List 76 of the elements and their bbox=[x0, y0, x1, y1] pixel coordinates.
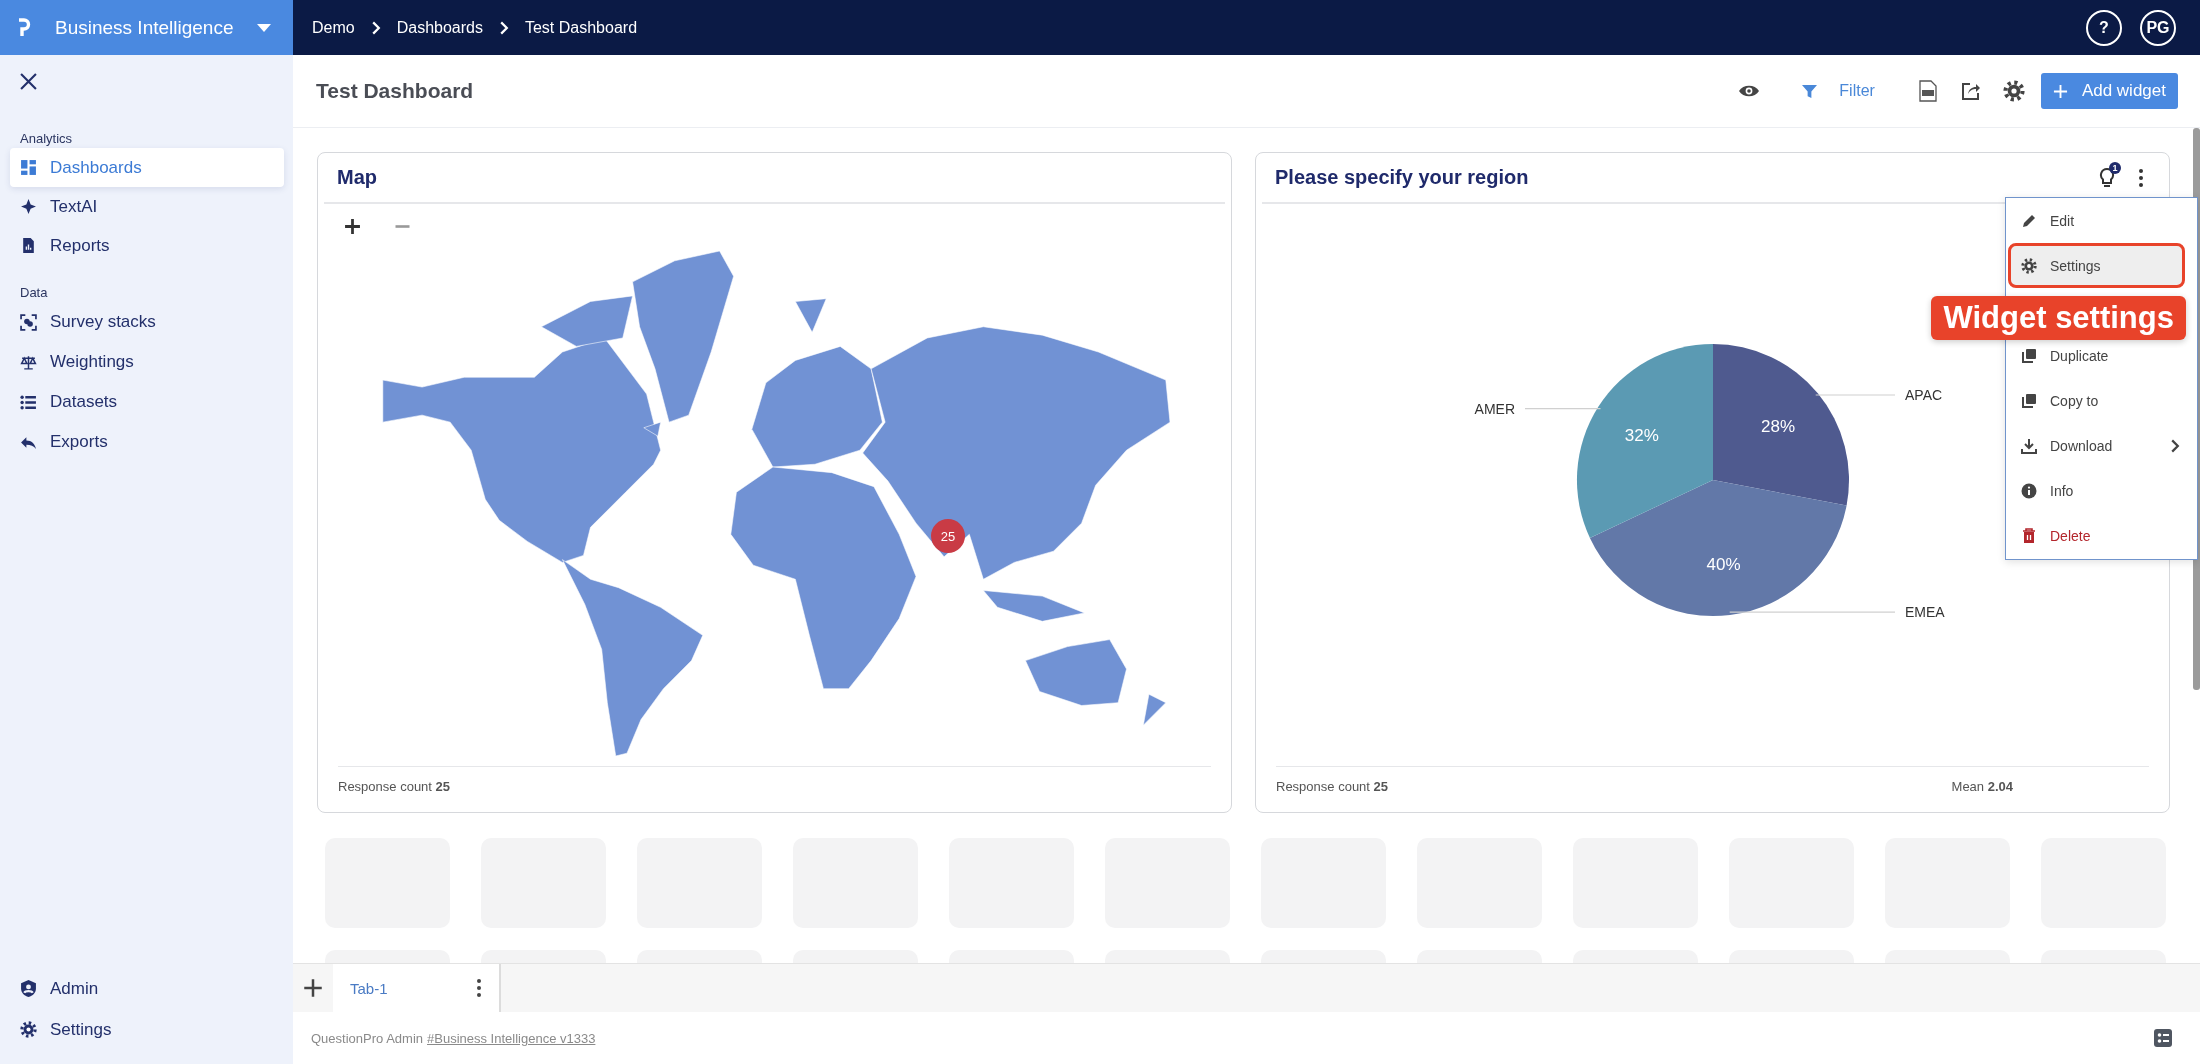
breadcrumb[interactable]: Dashboards bbox=[396, 18, 483, 37]
zoom-in-button[interactable] bbox=[344, 218, 361, 235]
sidebar-item[interactable]: TextAI bbox=[10, 187, 284, 226]
grid-icon[interactable] bbox=[2154, 1029, 2172, 1047]
pencil-icon bbox=[2021, 212, 2037, 229]
tab[interactable]: Tab-1 bbox=[333, 964, 501, 1012]
sidebar-item[interactable]: Weightings bbox=[10, 342, 284, 382]
scale-icon bbox=[20, 353, 37, 371]
sidebar-item[interactable]: Reports bbox=[10, 226, 284, 265]
menu-item[interactable]: Info bbox=[2008, 468, 2185, 513]
copy-icon bbox=[2021, 347, 2037, 364]
pdf-file-icon[interactable] bbox=[1918, 80, 1937, 102]
list-icon bbox=[20, 393, 37, 411]
settings-icon bbox=[20, 1021, 37, 1038]
more-icon[interactable] bbox=[477, 979, 481, 997]
sidebar-item[interactable]: Exports bbox=[10, 422, 284, 462]
breadcrumb[interactable]: Demo bbox=[312, 18, 355, 37]
minus-icon bbox=[394, 225, 411, 228]
shield-user-icon bbox=[20, 980, 37, 997]
response-count: Response count 25 bbox=[1276, 779, 1389, 794]
lightbulb-icon[interactable] bbox=[2099, 166, 2115, 189]
menu-item[interactable]: Edit bbox=[2008, 198, 2185, 243]
user-avatar[interactable]: PG bbox=[2140, 9, 2176, 46]
mean-value: Mean 2.04 bbox=[1951, 779, 2013, 794]
add-widget-button[interactable]: Add widget bbox=[2040, 73, 2178, 109]
section-label: Analytics bbox=[20, 130, 73, 148]
annotation-tooltip: Widget settings bbox=[1931, 296, 2186, 340]
menu-item[interactable]: Download bbox=[2008, 423, 2185, 468]
response-count: Response count 25 bbox=[338, 779, 451, 794]
sidebar-item[interactable]: Datasets bbox=[10, 382, 284, 422]
map-marker[interactable]: 25 bbox=[931, 519, 965, 553]
logo-icon[interactable] bbox=[17, 17, 31, 38]
app-name: Business Intelligence bbox=[55, 16, 235, 39]
more-icon[interactable] bbox=[2139, 168, 2143, 187]
report-icon bbox=[20, 237, 37, 254]
filter-icon bbox=[1802, 83, 1818, 99]
settings-icon bbox=[2021, 257, 2037, 274]
menu-item[interactable]: Settings bbox=[2008, 243, 2185, 288]
sparkle-icon bbox=[20, 198, 37, 215]
stack-icon bbox=[20, 313, 37, 331]
version-link[interactable]: #Business Intelligence v1333 bbox=[427, 1030, 596, 1046]
filter-button[interactable]: Filter bbox=[1794, 82, 1883, 100]
widget-title: Please specify your region bbox=[1275, 166, 1530, 189]
slice-label: APAC bbox=[1905, 387, 1943, 403]
help-button[interactable]: ? bbox=[2086, 9, 2122, 46]
sidebar-item[interactable]: Dashboards bbox=[10, 148, 284, 187]
plus-icon bbox=[2052, 83, 2068, 99]
slice-value: 32% bbox=[1624, 425, 1659, 445]
notification-badge: 1 bbox=[2109, 161, 2121, 174]
trash-icon bbox=[2021, 527, 2037, 544]
slice-label: EMEA bbox=[1905, 604, 1945, 621]
breadcrumb: Test Dashboard bbox=[524, 18, 638, 37]
copy-icon bbox=[2021, 392, 2037, 409]
menu-item[interactable]: Delete bbox=[2008, 513, 2185, 558]
dashboard-icon bbox=[20, 159, 37, 176]
slice-label: AMER bbox=[1474, 400, 1515, 417]
menu-item[interactable]: Copy to bbox=[2008, 378, 2185, 423]
download-icon bbox=[2021, 437, 2037, 454]
widget-title: Map bbox=[337, 166, 378, 189]
slice-value: 40% bbox=[1706, 554, 1741, 574]
plus-icon bbox=[303, 978, 323, 998]
section-label: Data bbox=[20, 284, 48, 302]
settings-icon[interactable] bbox=[2002, 80, 2025, 102]
share-icon[interactable] bbox=[1960, 81, 1981, 101]
sidebar-item[interactable]: Survey stacks bbox=[10, 302, 284, 342]
close-icon[interactable] bbox=[20, 73, 37, 90]
sidebar-item[interactable]: Settings bbox=[10, 1009, 284, 1050]
footer-text: QuestionPro Admin bbox=[311, 1030, 423, 1046]
plus-icon bbox=[344, 218, 361, 235]
sidebar-item[interactable]: Admin bbox=[10, 968, 284, 1009]
eye-icon[interactable] bbox=[1738, 84, 1761, 98]
page-title: Test Dashboard bbox=[316, 79, 475, 103]
zoom-out-button[interactable] bbox=[394, 225, 411, 228]
slice-value: 28% bbox=[1761, 417, 1795, 437]
caret-down-icon[interactable] bbox=[257, 23, 271, 32]
info-icon bbox=[2021, 482, 2037, 499]
